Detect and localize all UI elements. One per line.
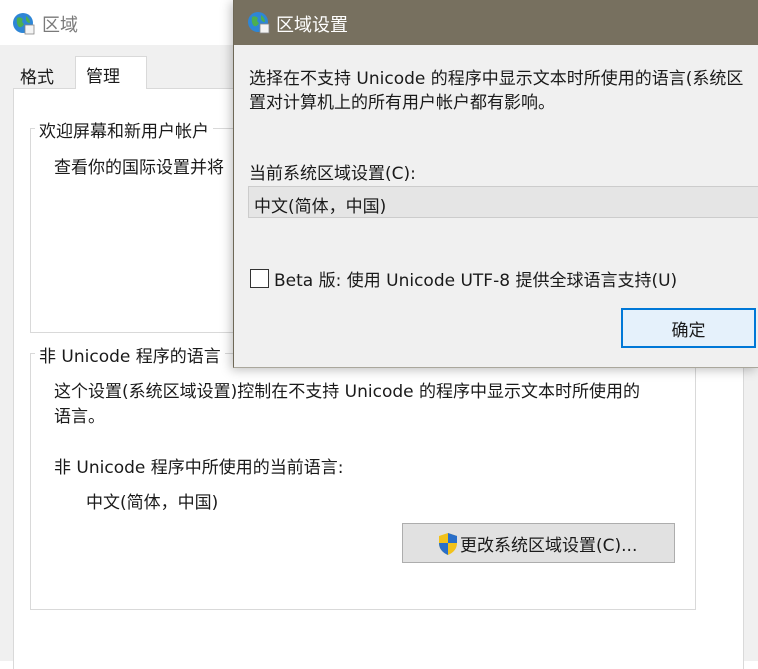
ok-button[interactable]: 确定 [621,308,756,348]
change-system-locale-label: 更改系统区域设置(C)... [460,535,638,556]
current-language-label: 非 Unicode 程序中所使用的当前语言: [54,458,344,478]
welcome-group-text: 查看你的国际设置并将 [54,158,224,178]
region-settings-dialog: 区域设置 选择在不支持 Unicode 的程序中显示文本时所使用的语言(系统区 … [233,0,758,368]
uac-shield-icon [439,533,457,555]
current-language-value: 中文(简体，中国) [86,493,219,513]
current-locale-select[interactable]: 中文(简体，中国) [248,186,758,218]
beta-utf8-checkbox[interactable] [250,269,269,288]
tab-manage-label: 管理 [86,67,120,87]
dialog-description: 选择在不支持 Unicode 的程序中显示文本时所使用的语言(系统区 置对计算机… [249,69,744,113]
tab-manage[interactable]: 管理 [75,56,147,90]
current-locale-label: 当前系统区域设置(C): [249,164,416,184]
region-window-title: 区域 [42,15,78,36]
ok-button-label: 确定 [671,320,706,341]
nonunicode-group-title: 非 Unicode 程序的语言 [35,342,225,367]
nonunicode-desc-line1: 这个设置(系统区域设置)控制在不支持 Unicode 的程序中显示文本时所使用的 [54,382,641,402]
tab-format[interactable]: 格式 [14,60,74,88]
beta-utf8-label[interactable]: Beta 版: 使用 Unicode UTF-8 提供全球语言支持(U) [274,266,677,291]
globe-icon [13,13,35,35]
current-locale-value: 中文(简体，中国) [254,197,387,217]
nonunicode-desc-line2: 语言。 [54,407,105,427]
tab-format-label: 格式 [20,68,54,88]
welcome-group-title: 欢迎屏幕和新用户帐户 [35,117,213,142]
globe-icon [248,12,270,34]
change-system-locale-button[interactable]: 更改系统区域设置(C)... [402,523,675,563]
dialog-title: 区域设置 [276,15,348,36]
